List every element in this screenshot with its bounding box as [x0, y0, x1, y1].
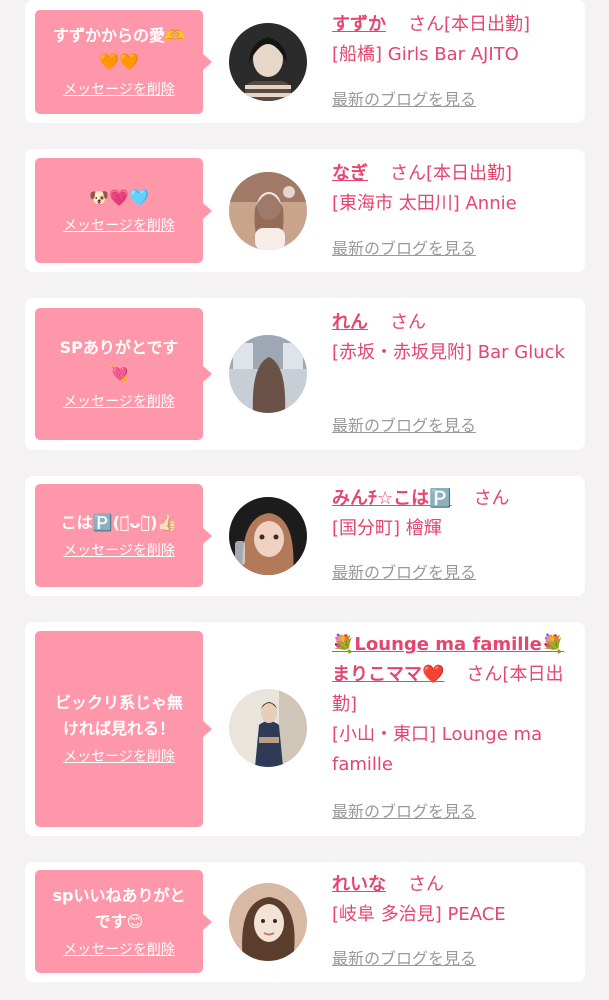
latest-blog-link[interactable]: 最新のブログを見る	[332, 89, 476, 111]
avatar[interactable]	[229, 883, 307, 961]
cast-shop-prefix[interactable]: 💐Lounge ma famille💐	[332, 630, 572, 660]
delete-message-link[interactable]: メッセージを削除	[63, 391, 175, 413]
shop-name: [船橋] Girls Bar AJITO	[332, 44, 519, 65]
message-text: spいいねありがと です😊	[52, 885, 186, 931]
cast-info: なぎ さん[本日出勤] [東海市 太田川] Annie	[332, 159, 572, 219]
honorific: さん	[466, 664, 503, 685]
work-status: [本日出勤]	[426, 163, 513, 184]
latest-blog-link[interactable]: 最新のブログを見る	[332, 948, 476, 970]
avatar[interactable]	[229, 172, 307, 250]
message-text: すずかからの愛🫶 🧡🧡	[53, 26, 185, 71]
delete-message-link[interactable]: メッセージを削除	[63, 540, 175, 562]
latest-blog-link[interactable]: 最新のブログを見る	[332, 562, 476, 584]
honorific: さん	[473, 488, 510, 509]
message-card: SPありがとです 💘 メッセージを削除 れん さん [赤坂・赤坂見附] Bar G…	[25, 298, 585, 450]
message-card: 🐶💗🩵 メッセージを削除 なぎ さん[本日出勤] [東海市 太田川] Annie …	[25, 149, 585, 272]
honorific: さん	[408, 874, 444, 895]
cast-info: れん さん [赤坂・赤坂見附] Bar Gluck	[332, 308, 572, 368]
avatar[interactable]	[229, 497, 307, 575]
honorific: さん	[390, 312, 426, 333]
latest-blog-link[interactable]: 最新のブログを見る	[332, 415, 476, 437]
message-list: すずかからの愛🫶 🧡🧡 メッセージを削除 すずか さん[本日出勤] [船橋] Gi…	[0, 0, 609, 1000]
message-bubble: SPありがとです 💘 メッセージを削除	[35, 308, 212, 440]
cast-name-link[interactable]: れん	[332, 312, 368, 333]
message-card: spいいねありがと です😊 メッセージを削除 れいな さん [岐阜 多治見] PE…	[25, 862, 585, 982]
shop-name: [東海市 太田川] Annie	[332, 193, 517, 214]
cast-info: すずか さん[本日出勤] [船橋] Girls Bar AJITO	[332, 10, 572, 70]
message-text: 🐶💗🩵	[89, 187, 149, 207]
message-bubble: すずかからの愛🫶 🧡🧡 メッセージを削除	[35, 10, 212, 114]
shop-name: [国分町] 檜輝	[332, 518, 442, 539]
avatar[interactable]	[229, 23, 307, 101]
cast-name-link[interactable]: れいな	[332, 874, 386, 895]
cast-info: 💐Lounge ma famille💐 まりこママ❤️ さん[本日出勤] [小山・東…	[332, 630, 572, 780]
message-bubble: ビックリ系じゃ無 ければ見れる！ メッセージを削除	[35, 631, 212, 827]
cast-name-link[interactable]: まりこママ❤️	[332, 664, 444, 685]
message-card: すずかからの愛🫶 🧡🧡 メッセージを削除 すずか さん[本日出勤] [船橋] Gi…	[25, 0, 585, 123]
message-bubble: 🐶💗🩵 メッセージを削除	[35, 158, 212, 263]
cast-name-link[interactable]: みんﾁ☆こは🅿️	[332, 488, 452, 509]
honorific: さん	[390, 163, 426, 184]
delete-message-link[interactable]: メッセージを削除	[63, 215, 175, 237]
cast-info: れいな さん [岐阜 多治見] PEACE	[332, 870, 572, 930]
message-text: ビックリ系じゃ無 ければ見れる！	[54, 693, 183, 738]
work-status: [本日出勤]	[444, 14, 531, 35]
delete-message-link[interactable]: メッセージを削除	[63, 79, 175, 101]
cast-info: みんﾁ☆こは🅿️ さん [国分町] 檜輝	[332, 484, 572, 544]
cast-name-link[interactable]: すずか	[332, 14, 386, 35]
delete-message-link[interactable]: メッセージを削除	[63, 939, 175, 961]
latest-blog-link[interactable]: 最新のブログを見る	[332, 801, 476, 823]
avatar[interactable]	[229, 689, 307, 767]
shop-name: [岐阜 多治見] PEACE	[332, 904, 506, 925]
avatar[interactable]	[229, 335, 307, 413]
shop-name: [小山・東口] Lounge ma famille	[332, 724, 543, 775]
message-card: ビックリ系じゃ無 ければ見れる！ メッセージを削除 💐Lounge ma fam…	[25, 622, 585, 836]
honorific: さん	[408, 14, 444, 35]
message-card: こは🅿️(・᷄ᴗ・᷅)👍🏻 メッセージを削除 みんﾁ☆こは🅿️ さん [国分町] …	[25, 476, 585, 596]
delete-message-link[interactable]: メッセージを削除	[63, 746, 175, 768]
shop-name: [赤坂・赤坂見附] Bar Gluck	[332, 342, 565, 363]
latest-blog-link[interactable]: 最新のブログを見る	[332, 238, 476, 260]
message-bubble: こは🅿️(・᷄ᴗ・᷅)👍🏻 メッセージを削除	[35, 484, 212, 587]
message-text: SPありがとです 💘	[59, 338, 179, 383]
message-text: こは🅿️(・᷄ᴗ・᷅)👍🏻	[60, 512, 178, 532]
cast-name-link[interactable]: なぎ	[332, 163, 368, 184]
message-bubble: spいいねありがと です😊 メッセージを削除	[35, 870, 212, 973]
